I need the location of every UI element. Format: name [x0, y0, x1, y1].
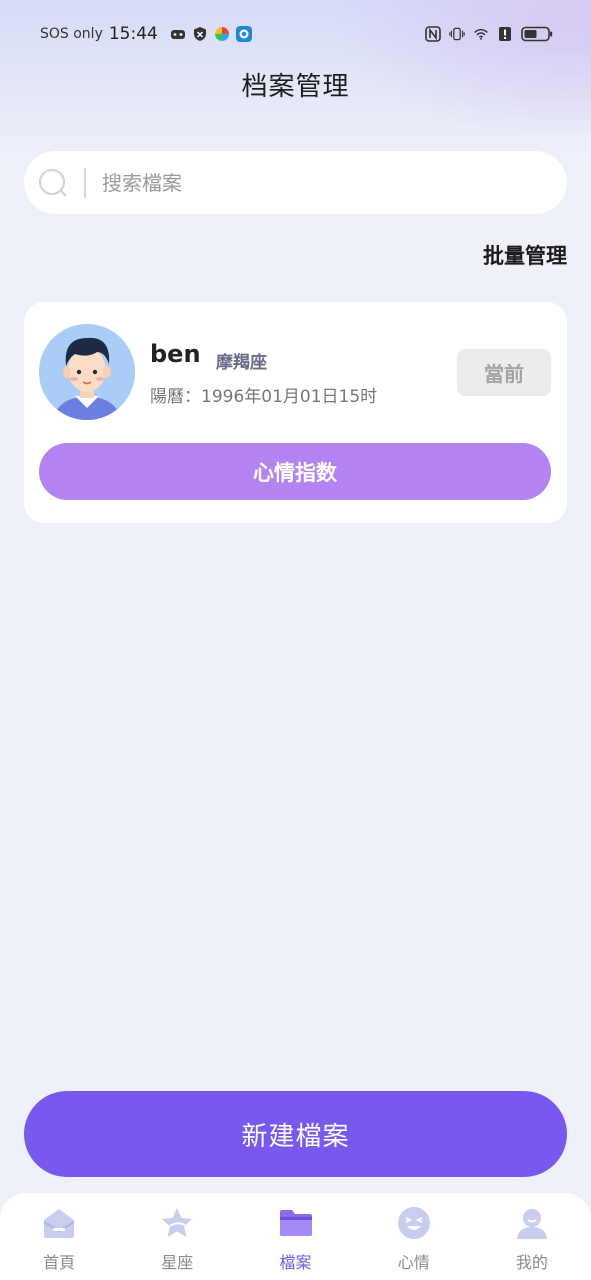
home-icon	[41, 1205, 77, 1241]
search-input[interactable]	[102, 170, 502, 195]
search-icon	[38, 168, 68, 198]
clock: 15:44	[108, 24, 158, 44]
search-divider	[84, 167, 86, 198]
tab-mine[interactable]: 我的	[473, 1193, 591, 1280]
mood-icon	[396, 1205, 432, 1241]
page-title: 档案管理	[241, 72, 350, 102]
tab-label: 星座	[161, 1253, 194, 1272]
tab-label: 心情	[397, 1253, 430, 1272]
status-bar: SOS only 15:44	[0, 18, 591, 50]
search-bar[interactable]	[24, 151, 567, 214]
tab-mood[interactable]: 心情	[355, 1193, 473, 1280]
app-eye-icon	[235, 26, 252, 42]
nfc-icon	[425, 26, 441, 42]
birth-date: 陽曆：1996年01月01日15时	[150, 387, 378, 407]
current-badge[interactable]: 當前	[457, 349, 551, 396]
tab-label: 首頁	[43, 1253, 76, 1272]
new-archive-button[interactable]: 新建檔案	[24, 1091, 567, 1177]
profile-card[interactable]: ben 摩羯座 陽曆：1996年01月01日15时 當前 心情指数	[24, 302, 567, 523]
bottom-tab-bar: 首頁 星座 檔案 心情 我的	[0, 1193, 591, 1280]
wifi-icon	[473, 26, 489, 42]
battery-icon	[521, 26, 553, 42]
game-icon	[170, 26, 186, 42]
profile-name: ben	[150, 340, 201, 368]
tab-constellation[interactable]: 星座	[118, 1193, 236, 1280]
tab-home[interactable]: 首頁	[0, 1193, 118, 1280]
alert-icon	[497, 26, 513, 42]
tab-label: 檔案	[279, 1253, 312, 1272]
star-icon	[159, 1205, 195, 1241]
folder-icon	[278, 1205, 314, 1241]
user-icon	[514, 1205, 550, 1241]
batch-manage-button[interactable]: 批量管理	[483, 240, 567, 270]
tab-archive[interactable]: 檔案	[236, 1193, 354, 1280]
shield-icon	[192, 26, 208, 42]
app-pinwheel-icon	[214, 26, 230, 42]
carrier-text: SOS only	[40, 26, 103, 42]
vibrate-icon	[449, 26, 465, 42]
mood-index-button[interactable]: 心情指数	[39, 443, 551, 500]
avatar	[39, 324, 135, 420]
tab-label: 我的	[515, 1253, 548, 1272]
zodiac-label: 摩羯座	[216, 353, 267, 373]
